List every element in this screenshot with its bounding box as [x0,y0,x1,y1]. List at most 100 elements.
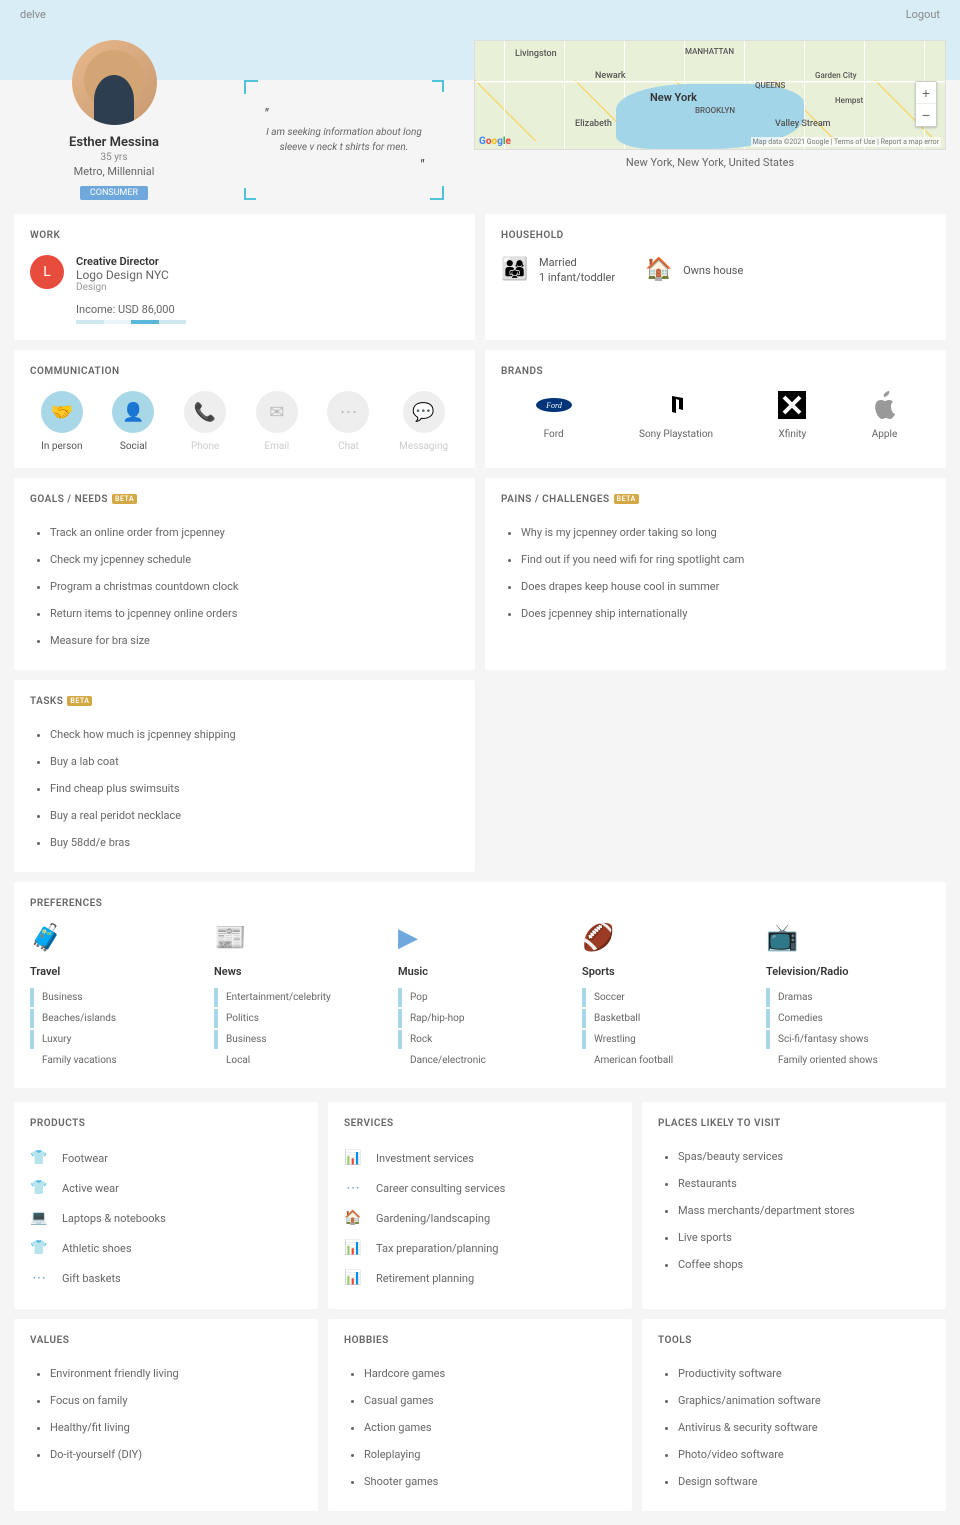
list-item: Program a christmas countdown clock [50,573,459,600]
list-item: Action games [364,1414,616,1441]
work-logo-icon: L [30,255,64,289]
handshake-icon: 🤝 [41,391,83,433]
item-icon: ⋯ [344,1180,362,1196]
comm-item-mail: ✉ Email [256,391,298,452]
brand-logo-icon [873,391,897,419]
list-item: Does drapes keep house cool in summer [521,573,930,600]
income-bar [76,320,186,324]
consumer-badge: CONSUMER [80,186,148,200]
list-item: Graphics/animation software [678,1387,930,1414]
pains-title: PAINS / CHALLENGESBETA [501,494,930,505]
pref-item: Rap/hip-hop [398,1009,562,1028]
list-item: 🏠Gardening/landscaping [344,1203,616,1233]
list-item: 💻Laptops & notebooks [30,1203,302,1233]
home-ownership: Owns house [683,263,743,278]
comm-label: In person [41,441,83,452]
map-zoom: + − [915,81,937,127]
products-card: PRODUCTS 👕Footwear👕Active wear💻Laptops &… [14,1102,318,1309]
income-label: Income: USD 86,000 [76,303,459,316]
zoom-out-button[interactable]: − [916,104,936,126]
list-item: Productivity software [678,1360,930,1387]
list-item: Environment friendly living [50,1360,302,1387]
item-icon: 👕 [30,1180,48,1196]
map[interactable]: Livingston Newark MANHATTAN New York BRO… [474,40,946,150]
pref-item: Family vacations [30,1051,194,1070]
list-item: Find out if you need wifi for ring spotl… [521,546,930,573]
pref-item: Soccer [582,988,746,1007]
comm-item-phone: 📞Phone [184,391,226,452]
zoom-in-button[interactable]: + [916,82,936,104]
list-item: Roleplaying [364,1441,616,1468]
brand-label: Apple [872,429,898,440]
mail-icon: ✉ [256,391,298,433]
comm-item-handshake: 🤝 In person [41,391,83,452]
list-item: 👕Active wear [30,1173,302,1203]
item-icon: 🏠 [344,1210,362,1226]
list-item: Healthy/fit living [50,1414,302,1441]
tools-card: TOOLS Productivity softwareGraphics/anim… [642,1319,946,1511]
brand-label: Sony Playstation [639,429,713,440]
comm-label: Email [256,441,298,452]
list-item: Track an online order from jcpenney [50,519,459,546]
brand-item: Apple [872,391,898,440]
pref-item: Politics [214,1009,378,1028]
household-card: HOUSEHOLD 👨‍👩‍👧 Married 1 infant/toddler… [485,214,946,340]
tv-icon: 📺 [766,923,930,953]
family-icon: 👨‍👩‍👧 [501,257,527,283]
list-item: Check how much is jcpenney shipping [50,721,459,748]
item-icon: ⋯ [30,1270,48,1286]
work-card: WORK L Creative Director Logo Design NYC… [14,214,475,340]
values-title: VALUES [30,1335,302,1346]
places-card: PLACES LIKELY TO VISIT Spas/beauty servi… [642,1102,946,1309]
list-item: ⋯Career consulting services [344,1173,616,1203]
item-icon: 📊 [344,1240,362,1256]
pref-item: Beaches/islands [30,1009,194,1028]
hobbies-title: HOBBIES [344,1335,616,1346]
places-title: PLACES LIKELY TO VISIT [658,1118,930,1129]
pref-item: Dance/electronic [398,1051,562,1070]
list-item: Focus on family [50,1387,302,1414]
household-title: HOUSEHOLD [501,230,930,241]
list-item: ⋯Gift baskets [30,1263,302,1293]
communication-card: COMMUNICATION 🤝In person👤Social📞Phone✉Em… [14,350,475,468]
logout-link[interactable]: Logout [906,8,940,21]
brand-item: Xfinity [778,391,806,440]
pref-col: 🏈SportsSoccerBasketballWrestlingAmerican… [582,923,746,1072]
preferences-title: PREFERENCES [30,898,930,909]
pref-item: Dramas [766,988,930,1007]
list-item: Shooter games [364,1468,616,1495]
values-card: VALUES Environment friendly livingFocus … [14,1319,318,1511]
logo: delve [20,8,46,21]
list-item: Design software [678,1468,930,1495]
list-item: Find cheap plus swimsuits [50,775,459,802]
list-item: Buy a real peridot necklace [50,802,459,829]
pref-title: Travel [30,965,194,978]
pref-title: Music [398,965,562,978]
preferences-card: PREFERENCES 🧳TravelBusinessBeaches/islan… [14,882,946,1088]
pref-item: Entertainment/celebrity [214,988,378,1007]
products-title: PRODUCTS [30,1118,302,1129]
pref-item: Local [214,1051,378,1070]
list-item: Buy 58dd/e bras [50,829,459,856]
pref-title: Television/Radio [766,965,930,978]
work-role: Creative Director [76,255,169,268]
list-item: Hardcore games [364,1360,616,1387]
tools-title: TOOLS [658,1335,930,1346]
comm-label: Messaging [399,441,448,452]
list-item: 📊Retirement planning [344,1263,616,1293]
pref-item: Comedies [766,1009,930,1028]
luggage-icon: 🧳 [30,923,194,953]
pref-col: ▶MusicPopRap/hip-hopRockDance/electronic [398,923,562,1072]
item-icon: 📊 [344,1270,362,1286]
item-icon: 👕 [30,1240,48,1256]
brand-label: Ford [544,429,564,440]
pref-col: 📰NewsEntertainment/celebrityPoliticsBusi… [214,923,378,1072]
music-icon: ▶ [398,923,562,953]
list-item: Buy a lab coat [50,748,459,775]
profile-name: Esther Messina [14,135,214,150]
profile-age: 35 yrs [14,152,214,163]
list-item: Antivirus & security software [678,1414,930,1441]
list-item: Casual games [364,1387,616,1414]
dots-icon: ⋯ [327,391,369,433]
pref-col: 🧳TravelBusinessBeaches/islandsLuxuryFami… [30,923,194,1072]
